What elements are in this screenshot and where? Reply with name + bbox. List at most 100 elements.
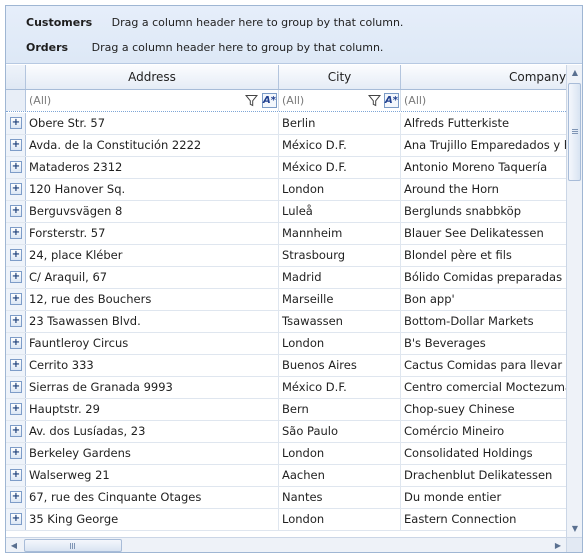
table-row[interactable]: + Obere Str. 57 Berlin Alfreds Futterkiste <box>6 113 566 135</box>
table-row[interactable]: +120 Hanover Sq. London Around the Horn <box>6 179 566 201</box>
cell-company[interactable]: Alfreds Futterkiste <box>401 113 566 134</box>
table-row[interactable]: +67, rue des Cinquante Otages Nantes Du mo… <box>6 487 566 509</box>
expand-plus-icon[interactable]: + <box>10 271 22 283</box>
cell-company[interactable]: Bólido Comidas preparadas <box>401 267 566 288</box>
table-row[interactable]: + Cerrito 333 Buenos Aires Cactus Comidas p… <box>6 355 566 377</box>
expand-plus-icon[interactable]: + <box>10 161 22 173</box>
table-row[interactable]: + Berkeley Gardens London Consolidated Hold… <box>6 443 566 465</box>
expand-plus-icon[interactable]: + <box>10 469 22 481</box>
cell-address[interactable]: Forsterstr. 57 <box>26 223 279 244</box>
expand-plus-icon[interactable]: + <box>10 293 22 305</box>
table-row[interactable]: + Forsterstr. 57 Mannheim Blauer See Delika… <box>6 223 566 245</box>
cell-address[interactable]: Av. dos Lusíadas, 23 <box>26 421 279 442</box>
cell-address[interactable]: 23 Tsawassen Blvd. <box>26 311 279 332</box>
cell-address[interactable]: Obere Str. 57 <box>26 113 279 134</box>
cell-city[interactable]: Buenos Aires <box>279 355 401 376</box>
expand-plus-icon[interactable]: + <box>10 205 22 217</box>
cell-address[interactable]: Hauptstr. 29 <box>26 399 279 420</box>
cell-company[interactable]: Cactus Comidas para llevar <box>401 355 566 376</box>
scroll-right-arrow-icon[interactable]: ▶ <box>550 538 566 552</box>
table-row[interactable]: +24, place Kléber Strasbourg Blondel père … <box>6 245 566 267</box>
cell-company[interactable]: Berglunds snabbköp <box>401 201 566 222</box>
expand-plus-icon[interactable]: + <box>10 381 22 393</box>
vertical-scrollbar[interactable]: ▲ ▼ <box>566 65 582 537</box>
cell-address[interactable]: Sierras de Granada 9993 <box>26 377 279 398</box>
cell-address[interactable]: Fauntleroy Circus <box>26 333 279 354</box>
cell-company[interactable]: Du monde entier <box>401 487 566 508</box>
filter-cell-company[interactable]: (All) <box>401 90 566 111</box>
filter-cell-city[interactable]: (All) A* <box>279 90 401 111</box>
table-row[interactable]: + C/ Araquil, 67 Madrid Bólido Comidas prep… <box>6 267 566 289</box>
cell-address[interactable]: Mataderos 2312 <box>26 157 279 178</box>
cell-city[interactable]: London <box>279 443 401 464</box>
scroll-up-arrow-icon[interactable]: ▲ <box>567 65 582 81</box>
cell-city[interactable]: Strasbourg <box>279 245 401 266</box>
expand-plus-icon[interactable]: + <box>10 249 22 261</box>
table-row[interactable]: + Sierras de Granada 9993 México D.F. Centr… <box>6 377 566 399</box>
expand-plus-icon[interactable]: + <box>10 183 22 195</box>
table-row[interactable]: + Mataderos 2312 México D.F. Antonio Moreno… <box>6 157 566 179</box>
table-row[interactable]: + Avda. de la Constitución 2222 México D.F… <box>6 135 566 157</box>
table-row[interactable]: + Fauntleroy Circus London B's Beverages <box>6 333 566 355</box>
cell-company[interactable]: Bottom-Dollar Markets <box>401 311 566 332</box>
scroll-down-arrow-icon[interactable]: ▼ <box>567 521 582 537</box>
group-by-panel[interactable]: Customers Drag a column header here to g… <box>6 6 582 64</box>
column-header-city[interactable]: City <box>279 65 401 89</box>
expand-plus-icon[interactable]: + <box>10 139 22 151</box>
cell-city[interactable]: London <box>279 509 401 530</box>
cell-city[interactable]: Nantes <box>279 487 401 508</box>
cell-city[interactable]: London <box>279 179 401 200</box>
table-row[interactable]: + Av. dos Lusíadas, 23 São Paulo Comércio M… <box>6 421 566 443</box>
cell-address[interactable]: Walserweg 21 <box>26 465 279 486</box>
expand-plus-icon[interactable]: + <box>10 337 22 349</box>
expand-plus-icon[interactable]: + <box>10 227 22 239</box>
cell-city[interactable]: Berlin <box>279 113 401 134</box>
cell-city[interactable]: London <box>279 333 401 354</box>
cell-company[interactable]: Consolidated Holdings <box>401 443 566 464</box>
cell-city[interactable]: Aachen <box>279 465 401 486</box>
expand-plus-icon[interactable]: + <box>10 513 22 525</box>
group-band-orders[interactable]: Orders Drag a column header here to grou… <box>26 38 383 56</box>
cell-city[interactable]: Marseille <box>279 289 401 310</box>
cell-company[interactable]: Blondel père et fils <box>401 245 566 266</box>
cell-city[interactable]: Madrid <box>279 267 401 288</box>
expand-plus-icon[interactable]: + <box>10 359 22 371</box>
column-header-company[interactable]: CompanyName <box>401 65 566 89</box>
cell-company[interactable]: Comércio Mineiro <box>401 421 566 442</box>
filter-operator-icon[interactable]: A* <box>262 93 277 108</box>
cell-city[interactable]: México D.F. <box>279 377 401 398</box>
cell-address[interactable]: 120 Hanover Sq. <box>26 179 279 200</box>
expand-plus-icon[interactable]: + <box>10 491 22 503</box>
cell-address[interactable]: Cerrito 333 <box>26 355 279 376</box>
cell-company[interactable]: Eastern Connection <box>401 509 566 530</box>
cell-company[interactable]: Drachenblut Delikatessen <box>401 465 566 486</box>
expand-plus-icon[interactable]: + <box>10 117 22 129</box>
cell-company[interactable]: Chop-suey Chinese <box>401 399 566 420</box>
cell-address[interactable]: 24, place Kléber <box>26 245 279 266</box>
cell-company[interactable]: Centro comercial Moctezuma <box>401 377 566 398</box>
horizontal-scroll-thumb[interactable] <box>24 539 122 552</box>
cell-company[interactable]: Around the Horn <box>401 179 566 200</box>
cell-city[interactable]: Tsawassen <box>279 311 401 332</box>
expand-plus-icon[interactable]: + <box>10 447 22 459</box>
table-row[interactable]: + Walserweg 21 Aachen Drachenblut Delikates… <box>6 465 566 487</box>
filter-cell-address[interactable]: (All) A* <box>26 90 279 111</box>
cell-address[interactable]: C/ Araquil, 67 <box>26 267 279 288</box>
cell-city[interactable]: México D.F. <box>279 135 401 156</box>
filter-funnel-icon[interactable] <box>245 94 258 107</box>
cell-address[interactable]: Berguvsvägen 8 <box>26 201 279 222</box>
cell-city[interactable]: México D.F. <box>279 157 401 178</box>
cell-address[interactable]: 35 King George <box>26 509 279 530</box>
cell-address[interactable]: 12, rue des Bouchers <box>26 289 279 310</box>
filter-funnel-icon[interactable] <box>368 94 381 107</box>
cell-address[interactable]: Berkeley Gardens <box>26 443 279 464</box>
table-row[interactable]: +23 Tsawassen Blvd. Tsawassen Bottom-Dolla… <box>6 311 566 333</box>
table-row[interactable]: +35 King George London Eastern Connection <box>6 509 566 531</box>
cell-city[interactable]: Bern <box>279 399 401 420</box>
scroll-left-arrow-icon[interactable]: ◀ <box>6 538 22 552</box>
cell-address[interactable]: Avda. de la Constitución 2222 <box>26 135 279 156</box>
table-row[interactable]: + Berguvsvägen 8 Luleå Berglunds snabbköp <box>6 201 566 223</box>
cell-company[interactable]: Ana Trujillo Emparedados y helados <box>401 135 566 156</box>
cell-city[interactable]: Luleå <box>279 201 401 222</box>
cell-company[interactable]: Blauer See Delikatessen <box>401 223 566 244</box>
